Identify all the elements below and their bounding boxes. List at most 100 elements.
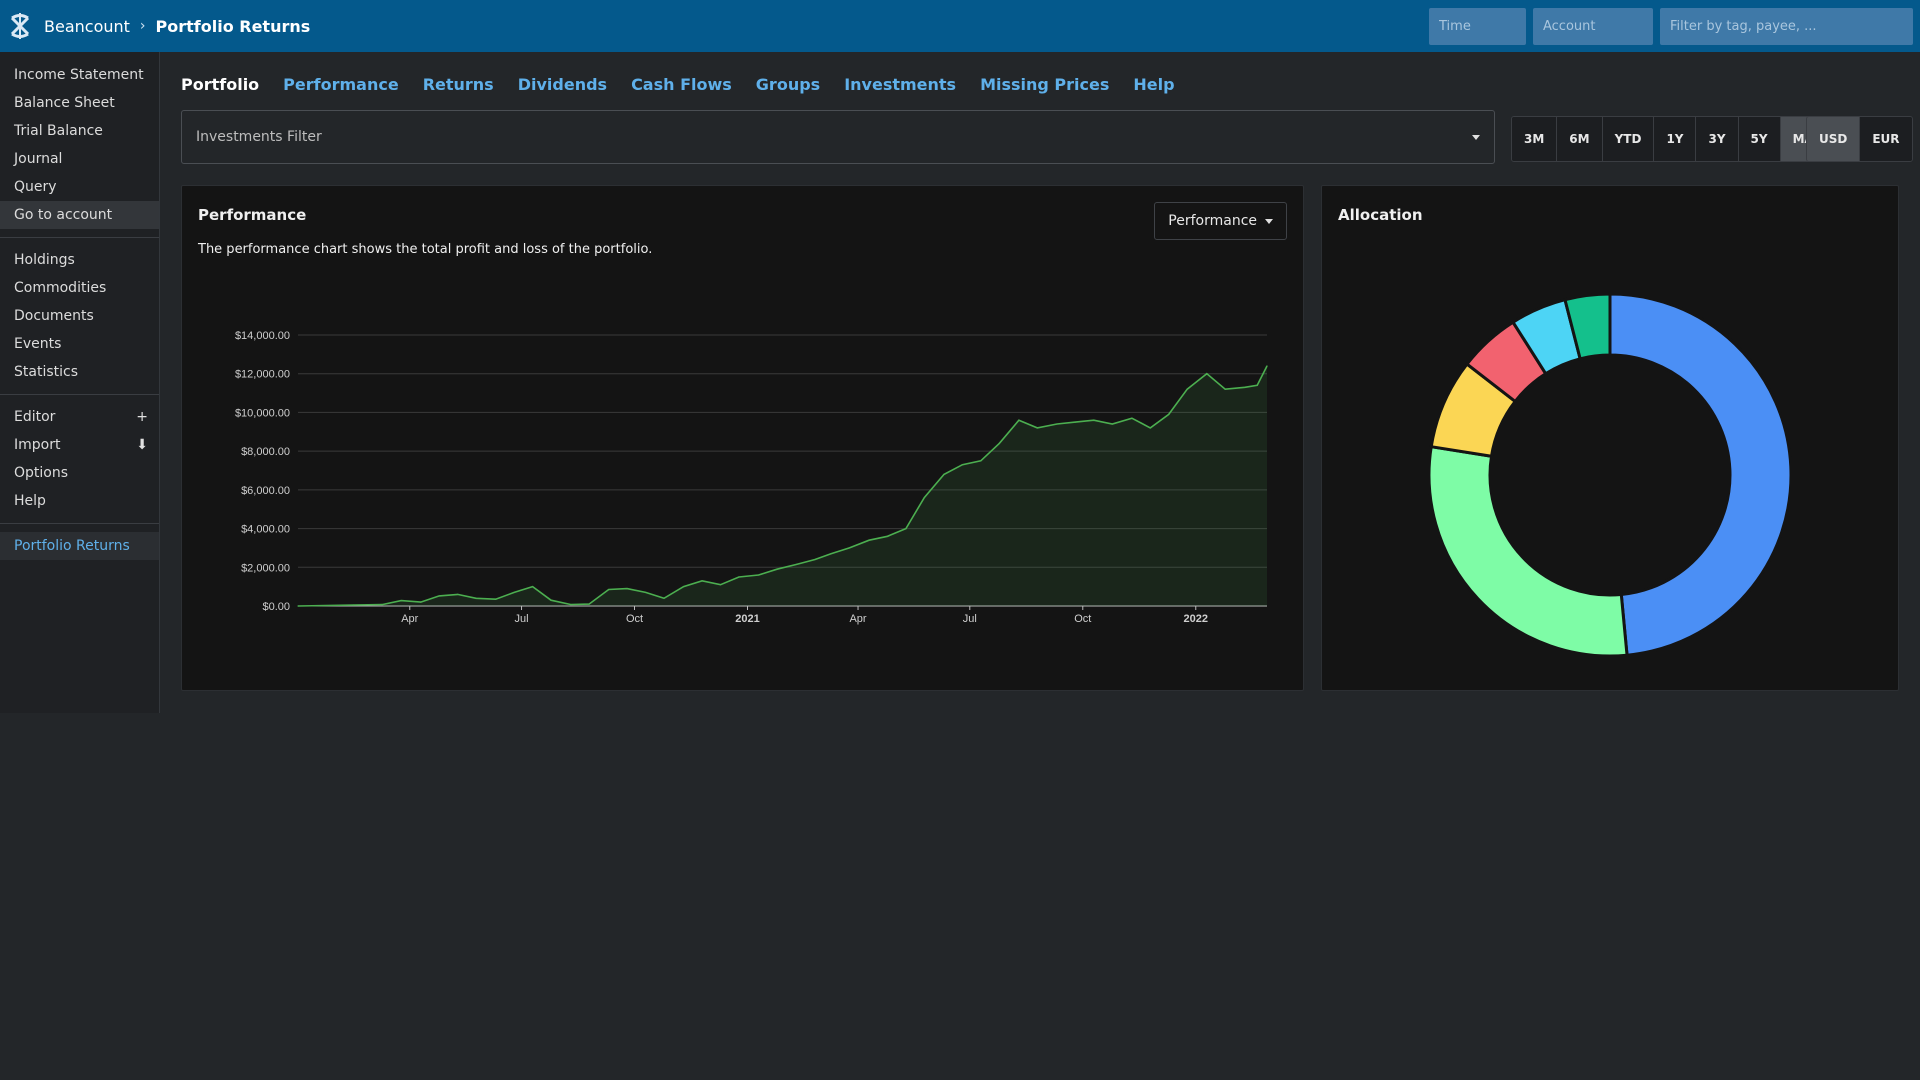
data-point [475, 597, 477, 599]
data-point [1168, 413, 1170, 415]
allocation-slice[interactable] [1608, 292, 1793, 657]
data-point [1244, 386, 1246, 388]
data-point [495, 598, 497, 600]
tab-missing-prices[interactable]: Missing Prices [980, 75, 1109, 94]
y-tick-label: $0.00 [262, 601, 290, 613]
breadcrumb-separator: › [139, 18, 146, 34]
sidebar: Income Statement Balance Sheet Trial Bal… [0, 52, 160, 713]
tab-portfolio[interactable]: Portfolio [181, 75, 259, 94]
data-point [550, 599, 552, 601]
sidebar-divider [0, 394, 159, 395]
data-point [1149, 427, 1151, 429]
period-3y-button[interactable]: 3Y [1696, 117, 1739, 161]
y-tick-label: $12,000.00 [235, 369, 290, 381]
sidebar-item-trial-balance[interactable]: Trial Balance [0, 117, 159, 145]
sidebar-item-editor[interactable]: Editor + [0, 403, 159, 431]
beancount-logo-icon[interactable] [2, 0, 38, 52]
allocation-slice[interactable] [1427, 444, 1629, 658]
data-point [588, 603, 590, 605]
plus-icon[interactable]: + [136, 409, 148, 425]
data-point [457, 593, 459, 595]
data-point [814, 558, 816, 561]
data-point [1111, 423, 1113, 425]
data-point [352, 604, 354, 606]
data-point [1256, 384, 1258, 386]
sidebar-item-journal[interactable]: Journal [0, 145, 159, 173]
tab-performance[interactable]: Performance [283, 75, 399, 94]
sidebar-item-options[interactable]: Options [0, 459, 159, 487]
data-point [1056, 423, 1058, 425]
sidebar-item-portfolio-returns[interactable]: Portfolio Returns [0, 532, 159, 560]
account-filter-input[interactable] [1533, 8, 1653, 45]
y-tick-label: $8,000.00 [241, 446, 290, 458]
data-point [531, 586, 534, 588]
data-point [1266, 365, 1268, 367]
data-point [1224, 388, 1226, 390]
sidebar-item-statistics[interactable]: Statistics [0, 358, 159, 386]
period-selector: 3M 6M YTD 1Y 3Y 5Y MAX [1511, 116, 1837, 162]
period-ytd-button[interactable]: YTD [1602, 117, 1655, 161]
x-tick-label: Apr [849, 613, 866, 625]
data-point [905, 527, 907, 530]
period-3m-button[interactable]: 3M [1512, 117, 1558, 161]
x-tick-label: Oct [1074, 613, 1091, 625]
tag-filter-input[interactable] [1660, 8, 1913, 45]
download-icon[interactable]: ⬇ [136, 437, 148, 453]
performance-chart: $0.00 $2,000.00 $4,000.00 $6,000.00 $8,000.0… [235, 330, 1268, 625]
time-filter-input[interactable] [1429, 8, 1526, 45]
sidebar-item-income-statement[interactable]: Income Statement [0, 61, 159, 89]
data-point [923, 497, 925, 499]
x-tick-label: 2022 [1184, 613, 1208, 625]
data-point [1206, 373, 1208, 375]
period-5y-button[interactable]: 5Y [1738, 117, 1781, 161]
data-point [738, 576, 740, 578]
data-point [961, 464, 964, 466]
top-bar: Beancount › Portfolio Returns [0, 0, 1920, 52]
currency-eur-button[interactable]: EUR [1860, 117, 1912, 161]
currency-usd-button[interactable]: USD [1807, 117, 1861, 161]
tab-dividends[interactable]: Dividends [518, 75, 607, 94]
investments-filter-select[interactable]: Investments Filter [181, 110, 1495, 164]
data-point [1131, 417, 1133, 419]
sidebar-item-events[interactable]: Events [0, 330, 159, 358]
currency-selector: USD EUR [1806, 116, 1913, 162]
tab-cash-flows[interactable]: Cash Flows [631, 75, 732, 94]
performance-area [298, 366, 1267, 606]
x-tick-label: Oct [626, 613, 643, 625]
sidebar-divider [0, 523, 159, 524]
sidebar-item-balance-sheet[interactable]: Balance Sheet [0, 89, 159, 117]
data-point [1093, 419, 1095, 421]
x-tick-label: 2021 [735, 613, 759, 625]
sidebar-item-commodities[interactable]: Commodities [0, 274, 159, 302]
y-tick-label: $2,000.00 [241, 562, 290, 574]
x-tick-label: Apr [401, 613, 418, 625]
sidebar-item-help[interactable]: Help [0, 487, 159, 515]
tab-groups[interactable]: Groups [756, 75, 820, 94]
period-6m-button[interactable]: 6M [1557, 117, 1603, 161]
data-point [513, 591, 515, 594]
data-point [1074, 421, 1077, 423]
sidebar-item-documents[interactable]: Documents [0, 302, 159, 330]
tab-returns[interactable]: Returns [423, 75, 494, 94]
data-point [1036, 427, 1038, 429]
tab-help[interactable]: Help [1133, 75, 1174, 94]
allocation-chart [1427, 292, 1793, 658]
sidebar-item-go-to-account[interactable]: Go to account [0, 201, 159, 229]
sidebar-item-import[interactable]: Import ⬇ [0, 431, 159, 459]
tab-investments[interactable]: Investments [844, 75, 956, 94]
sidebar-item-holdings[interactable]: Holdings [0, 246, 159, 274]
data-point [644, 591, 647, 594]
data-point [683, 586, 685, 588]
allocation-panel: Allocation [1321, 185, 1899, 691]
breadcrumb-app[interactable]: Beancount [44, 17, 130, 36]
page-title: Portfolio Returns [155, 16, 311, 36]
chevron-down-icon [1472, 134, 1480, 140]
y-tick-label: $14,000.00 [235, 330, 290, 342]
period-1y-button[interactable]: 1Y [1654, 117, 1697, 161]
data-point [980, 460, 982, 462]
data-point [1186, 388, 1188, 390]
sidebar-item-query[interactable]: Query [0, 173, 159, 201]
data-point [701, 580, 703, 582]
breadcrumb: Beancount › Portfolio Returns [44, 17, 310, 36]
y-tick-label: $10,000.00 [235, 407, 290, 419]
